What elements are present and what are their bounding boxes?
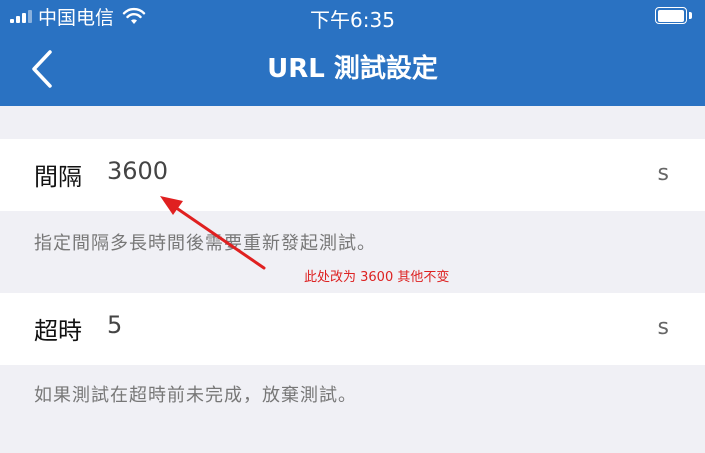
status-bar: 中国电信 下午6:35 [0, 0, 705, 32]
nav-bar: URL 測試設定 [0, 32, 705, 106]
annotation-text: 此处改为 3600 其他不变 [304, 270, 450, 285]
battery-icon [655, 7, 692, 24]
page-title: URL 測試設定 [267, 54, 438, 84]
timeout-unit: s [657, 315, 669, 340]
interval-hint: 指定間隔多長時間後需要重新發起測試。 [34, 233, 376, 254]
interval-unit: s [657, 161, 669, 186]
timeout-input[interactable]: 5 [107, 311, 122, 339]
timeout-hint: 如果測試在超時前未完成，放棄測試。 [34, 385, 357, 406]
interval-row[interactable]: 間隔 3600 s [0, 139, 705, 211]
interval-label: 間隔 [34, 163, 82, 191]
timeout-label: 超時 [34, 317, 82, 345]
interval-input[interactable]: 3600 [107, 157, 168, 185]
timeout-row[interactable]: 超時 5 s [0, 293, 705, 365]
status-time: 下午6:35 [310, 8, 395, 32]
